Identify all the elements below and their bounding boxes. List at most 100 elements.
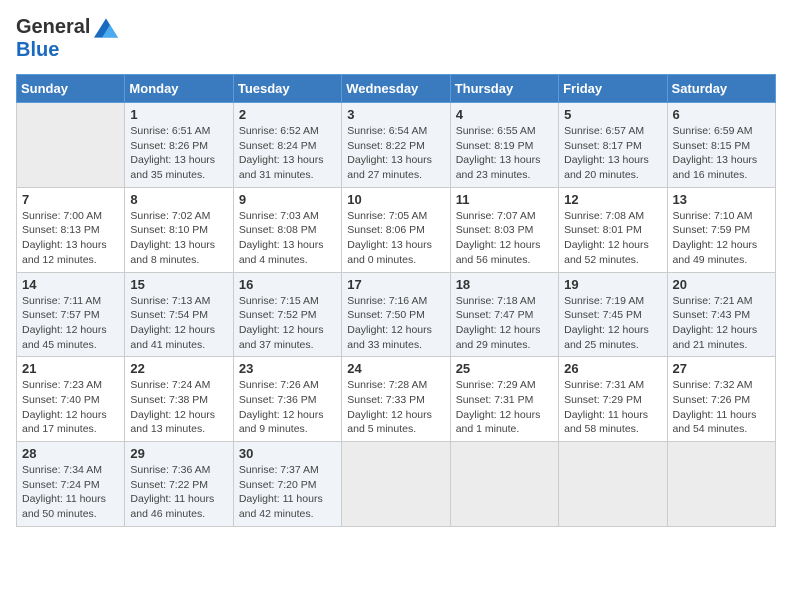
week-row-5: 28 Sunrise: 7:34 AMSunset: 7:24 PMDaylig… xyxy=(17,442,776,527)
calendar-cell: 11 Sunrise: 7:07 AMSunset: 8:03 PMDaylig… xyxy=(450,187,558,272)
week-row-4: 21 Sunrise: 7:23 AMSunset: 7:40 PMDaylig… xyxy=(17,357,776,442)
day-info: Sunrise: 6:57 AMSunset: 8:17 PMDaylight:… xyxy=(564,124,661,183)
day-info: Sunrise: 7:18 AMSunset: 7:47 PMDaylight:… xyxy=(456,294,553,353)
calendar-cell: 29 Sunrise: 7:36 AMSunset: 7:22 PMDaylig… xyxy=(125,442,233,527)
day-info: Sunrise: 7:19 AMSunset: 7:45 PMDaylight:… xyxy=(564,294,661,353)
calendar-cell: 7 Sunrise: 7:00 AMSunset: 8:13 PMDayligh… xyxy=(17,187,125,272)
day-info: Sunrise: 7:26 AMSunset: 7:36 PMDaylight:… xyxy=(239,378,336,437)
logo-icon xyxy=(94,18,118,38)
day-number: 3 xyxy=(347,107,444,122)
day-info: Sunrise: 6:59 AMSunset: 8:15 PMDaylight:… xyxy=(673,124,770,183)
calendar-cell: 18 Sunrise: 7:18 AMSunset: 7:47 PMDaylig… xyxy=(450,272,558,357)
calendar-cell xyxy=(559,442,667,527)
day-info: Sunrise: 7:23 AMSunset: 7:40 PMDaylight:… xyxy=(22,378,119,437)
day-info: Sunrise: 7:13 AMSunset: 7:54 PMDaylight:… xyxy=(130,294,227,353)
day-number: 10 xyxy=(347,192,444,207)
day-number: 24 xyxy=(347,361,444,376)
calendar-cell: 4 Sunrise: 6:55 AMSunset: 8:19 PMDayligh… xyxy=(450,103,558,188)
calendar-cell: 26 Sunrise: 7:31 AMSunset: 7:29 PMDaylig… xyxy=(559,357,667,442)
calendar-cell: 10 Sunrise: 7:05 AMSunset: 8:06 PMDaylig… xyxy=(342,187,450,272)
day-number: 17 xyxy=(347,277,444,292)
day-info: Sunrise: 7:16 AMSunset: 7:50 PMDaylight:… xyxy=(347,294,444,353)
day-info: Sunrise: 7:34 AMSunset: 7:24 PMDaylight:… xyxy=(22,463,119,522)
week-row-2: 7 Sunrise: 7:00 AMSunset: 8:13 PMDayligh… xyxy=(17,187,776,272)
day-info: Sunrise: 7:08 AMSunset: 8:01 PMDaylight:… xyxy=(564,209,661,268)
day-info: Sunrise: 7:07 AMSunset: 8:03 PMDaylight:… xyxy=(456,209,553,268)
weekday-header-thursday: Thursday xyxy=(450,75,558,103)
logo: General Blue xyxy=(16,16,118,62)
calendar-cell: 30 Sunrise: 7:37 AMSunset: 7:20 PMDaylig… xyxy=(233,442,341,527)
day-info: Sunrise: 7:10 AMSunset: 7:59 PMDaylight:… xyxy=(673,209,770,268)
day-number: 20 xyxy=(673,277,770,292)
day-number: 30 xyxy=(239,446,336,461)
calendar-cell: 16 Sunrise: 7:15 AMSunset: 7:52 PMDaylig… xyxy=(233,272,341,357)
day-number: 2 xyxy=(239,107,336,122)
day-info: Sunrise: 7:32 AMSunset: 7:26 PMDaylight:… xyxy=(673,378,770,437)
day-number: 26 xyxy=(564,361,661,376)
weekday-header-friday: Friday xyxy=(559,75,667,103)
weekday-header-row: SundayMondayTuesdayWednesdayThursdayFrid… xyxy=(17,75,776,103)
day-number: 19 xyxy=(564,277,661,292)
weekday-header-monday: Monday xyxy=(125,75,233,103)
day-info: Sunrise: 6:52 AMSunset: 8:24 PMDaylight:… xyxy=(239,124,336,183)
day-number: 1 xyxy=(130,107,227,122)
day-number: 23 xyxy=(239,361,336,376)
day-number: 22 xyxy=(130,361,227,376)
weekday-header-sunday: Sunday xyxy=(17,75,125,103)
weekday-header-saturday: Saturday xyxy=(667,75,775,103)
calendar-cell xyxy=(342,442,450,527)
calendar-cell xyxy=(450,442,558,527)
day-info: Sunrise: 7:28 AMSunset: 7:33 PMDaylight:… xyxy=(347,378,444,437)
logo-blue-text: Blue xyxy=(16,39,59,62)
calendar-cell: 14 Sunrise: 7:11 AMSunset: 7:57 PMDaylig… xyxy=(17,272,125,357)
day-number: 5 xyxy=(564,107,661,122)
calendar-cell: 8 Sunrise: 7:02 AMSunset: 8:10 PMDayligh… xyxy=(125,187,233,272)
day-number: 28 xyxy=(22,446,119,461)
calendar-cell: 2 Sunrise: 6:52 AMSunset: 8:24 PMDayligh… xyxy=(233,103,341,188)
calendar-cell: 27 Sunrise: 7:32 AMSunset: 7:26 PMDaylig… xyxy=(667,357,775,442)
calendar-cell: 6 Sunrise: 6:59 AMSunset: 8:15 PMDayligh… xyxy=(667,103,775,188)
day-number: 13 xyxy=(673,192,770,207)
calendar-cell: 17 Sunrise: 7:16 AMSunset: 7:50 PMDaylig… xyxy=(342,272,450,357)
day-number: 9 xyxy=(239,192,336,207)
day-info: Sunrise: 7:21 AMSunset: 7:43 PMDaylight:… xyxy=(673,294,770,353)
day-number: 15 xyxy=(130,277,227,292)
calendar-cell: 3 Sunrise: 6:54 AMSunset: 8:22 PMDayligh… xyxy=(342,103,450,188)
day-number: 12 xyxy=(564,192,661,207)
day-number: 25 xyxy=(456,361,553,376)
calendar-cell: 28 Sunrise: 7:34 AMSunset: 7:24 PMDaylig… xyxy=(17,442,125,527)
calendar-cell: 5 Sunrise: 6:57 AMSunset: 8:17 PMDayligh… xyxy=(559,103,667,188)
day-info: Sunrise: 7:37 AMSunset: 7:20 PMDaylight:… xyxy=(239,463,336,522)
day-number: 6 xyxy=(673,107,770,122)
calendar-cell: 20 Sunrise: 7:21 AMSunset: 7:43 PMDaylig… xyxy=(667,272,775,357)
day-number: 14 xyxy=(22,277,119,292)
day-info: Sunrise: 6:55 AMSunset: 8:19 PMDaylight:… xyxy=(456,124,553,183)
day-number: 27 xyxy=(673,361,770,376)
day-info: Sunrise: 6:51 AMSunset: 8:26 PMDaylight:… xyxy=(130,124,227,183)
day-info: Sunrise: 7:11 AMSunset: 7:57 PMDaylight:… xyxy=(22,294,119,353)
day-number: 21 xyxy=(22,361,119,376)
calendar-cell: 19 Sunrise: 7:19 AMSunset: 7:45 PMDaylig… xyxy=(559,272,667,357)
calendar-cell xyxy=(17,103,125,188)
calendar-cell: 1 Sunrise: 6:51 AMSunset: 8:26 PMDayligh… xyxy=(125,103,233,188)
day-info: Sunrise: 7:36 AMSunset: 7:22 PMDaylight:… xyxy=(130,463,227,522)
day-info: Sunrise: 6:54 AMSunset: 8:22 PMDaylight:… xyxy=(347,124,444,183)
day-info: Sunrise: 7:05 AMSunset: 8:06 PMDaylight:… xyxy=(347,209,444,268)
day-number: 16 xyxy=(239,277,336,292)
day-info: Sunrise: 7:00 AMSunset: 8:13 PMDaylight:… xyxy=(22,209,119,268)
day-info: Sunrise: 7:02 AMSunset: 8:10 PMDaylight:… xyxy=(130,209,227,268)
page-header: General Blue xyxy=(16,16,776,62)
day-number: 7 xyxy=(22,192,119,207)
week-row-1: 1 Sunrise: 6:51 AMSunset: 8:26 PMDayligh… xyxy=(17,103,776,188)
calendar-cell xyxy=(667,442,775,527)
day-number: 8 xyxy=(130,192,227,207)
calendar-cell: 22 Sunrise: 7:24 AMSunset: 7:38 PMDaylig… xyxy=(125,357,233,442)
calendar-cell: 24 Sunrise: 7:28 AMSunset: 7:33 PMDaylig… xyxy=(342,357,450,442)
day-info: Sunrise: 7:24 AMSunset: 7:38 PMDaylight:… xyxy=(130,378,227,437)
calendar-cell: 13 Sunrise: 7:10 AMSunset: 7:59 PMDaylig… xyxy=(667,187,775,272)
calendar-cell: 9 Sunrise: 7:03 AMSunset: 8:08 PMDayligh… xyxy=(233,187,341,272)
day-info: Sunrise: 7:03 AMSunset: 8:08 PMDaylight:… xyxy=(239,209,336,268)
calendar-cell: 25 Sunrise: 7:29 AMSunset: 7:31 PMDaylig… xyxy=(450,357,558,442)
weekday-header-wednesday: Wednesday xyxy=(342,75,450,103)
logo-general-text: General xyxy=(16,16,90,39)
